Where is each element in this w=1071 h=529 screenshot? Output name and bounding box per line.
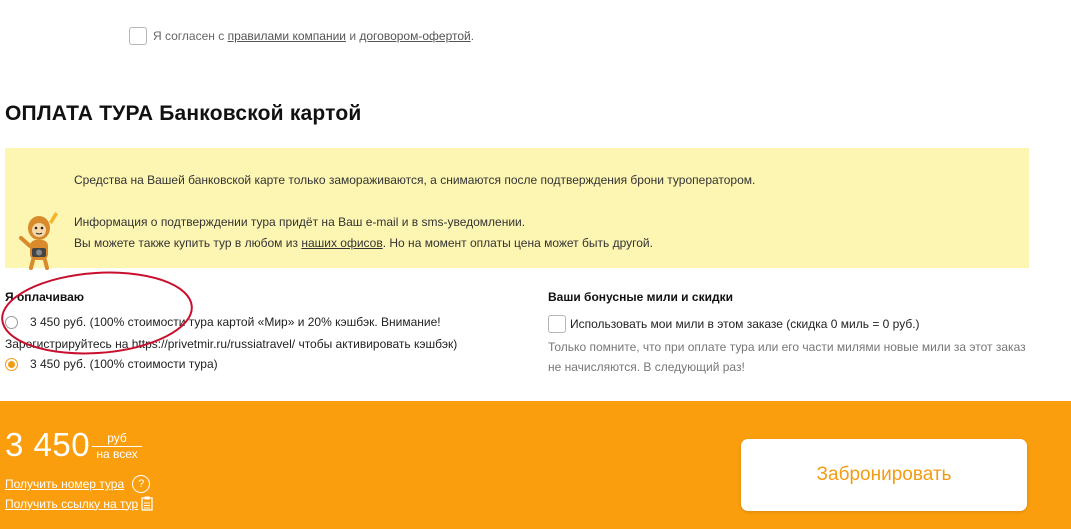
payment-option-full[interactable]: 3 450 руб. (100% стоимости тура) (5, 357, 218, 371)
miles-checkbox[interactable] (548, 315, 566, 333)
get-tour-link-label[interactable]: Получить ссылку на тур (5, 497, 138, 511)
radio-selected-icon[interactable] (5, 357, 18, 371)
agreement-suffix: . (470, 29, 475, 43)
rules-link[interactable]: правилами компании (228, 29, 346, 43)
payment-option-full-label: 3 450 руб. (100% стоимости тура) (30, 357, 218, 371)
price-unit: руб на всех (92, 431, 142, 462)
payment-option-mir[interactable]: 3 450 руб. (100% стоимости тура картой «… (5, 315, 441, 329)
payment-option-mir-label: 3 450 руб. (100% стоимости тура картой «… (30, 315, 441, 329)
agreement-prefix: Я согласен с (153, 29, 225, 43)
notice-line-1: Средства на Вашей банковской карте тольк… (74, 173, 756, 187)
section-title: ОПЛАТА ТУРА Банковской картой (5, 102, 362, 125)
notice-line-3: Вы можете также купить тур в любом из на… (74, 236, 653, 250)
get-tour-number-label[interactable]: Получить номер тура (5, 477, 124, 491)
offices-link[interactable]: наших офисов (301, 236, 382, 250)
agreement-row: Я согласен с правилами компании и догово… (129, 26, 474, 46)
payment-option-mir-note: Зарегистрируйтесь на https://privetmir.r… (5, 337, 458, 351)
miles-option[interactable]: Использовать мои мили в этом заказе (ски… (548, 315, 920, 333)
footer-bar: 3 450 руб на всех Получить номер тура ? … (0, 401, 1071, 529)
miles-note: Только помните, что при оплате тура или … (548, 340, 1026, 374)
miles-heading: Ваши бонусные мили и скидки (548, 290, 733, 304)
payment-heading: Я оплачиваю (5, 290, 85, 304)
total-price: 3 450 (5, 426, 91, 463)
question-icon[interactable]: ? (132, 475, 151, 493)
mascot-icon (19, 212, 58, 270)
price-unit-scope: на всех (96, 447, 138, 461)
get-tour-link[interactable]: Получить ссылку на тур (5, 496, 153, 511)
get-tour-number-link[interactable]: Получить номер тура ? (5, 475, 151, 493)
agreement-checkbox[interactable] (129, 27, 147, 45)
notice-box: Средства на Вашей банковской карте тольк… (5, 148, 1029, 270)
book-button[interactable]: Забронировать (741, 439, 1027, 511)
radio-icon[interactable] (5, 315, 18, 329)
agreement-and: и (349, 29, 357, 43)
clipboard-icon[interactable] (141, 496, 153, 511)
price-unit-currency: руб (92, 431, 142, 447)
offer-link[interactable]: договором-офертой (359, 29, 470, 43)
notice-line-3-suffix: . Но на момент оплаты цена может быть др… (382, 236, 653, 250)
notice-line-2: Информация о подтверждении тура придёт н… (74, 215, 526, 229)
miles-checkbox-label: Использовать мои мили в этом заказе (ски… (570, 317, 920, 331)
notice-line-3-prefix: Вы можете также купить тур в любом из (74, 236, 298, 250)
